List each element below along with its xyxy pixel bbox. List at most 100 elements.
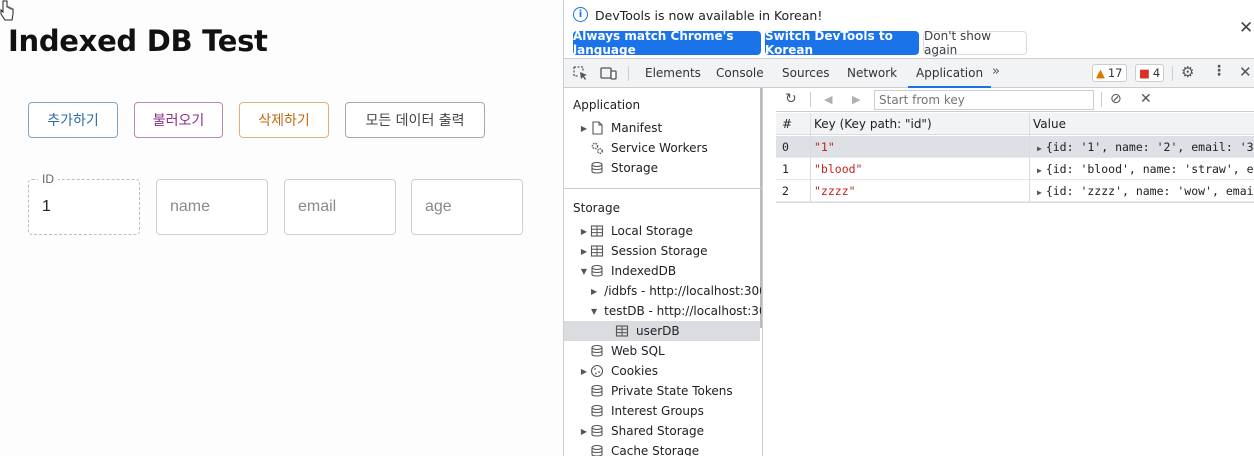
toolbar-divider (810, 92, 811, 107)
errors-badge[interactable]: ■ 4 (1135, 64, 1165, 82)
table-row[interactable]: 1 "blood" ▶ {id: 'blood', name: 'straw', … (776, 158, 1254, 180)
sidebar-item-idbfs[interactable]: ▶ /idbfs - http://localhost:3000 (591, 281, 761, 301)
row-value[interactable]: ▶{id: 'blood', name: 'straw', email: '',… (1037, 162, 1254, 176)
collapse-arrow-icon[interactable]: ▼ (591, 307, 597, 316)
page-title: Indexed DB Test (8, 24, 268, 58)
error-icon: ■ (1139, 66, 1150, 80)
start-from-key-input[interactable] (874, 90, 1094, 110)
sidebar-item-cache-storage[interactable]: Cache Storage (590, 441, 699, 456)
load-button[interactable]: 불러오기 (134, 102, 223, 138)
email-field[interactable] (284, 179, 396, 235)
tab-network[interactable]: Network (847, 59, 897, 87)
sidebar-divider (564, 188, 762, 189)
match-language-button[interactable]: Always match Chrome's language (573, 29, 761, 57)
expand-arrow-icon[interactable]: ▶ (578, 124, 590, 133)
language-infobar: i DevTools is now available in Korean! ✕… (564, 0, 1254, 59)
sidebar-item-manifest[interactable]: ▶ Manifest (578, 118, 662, 138)
refresh-icon[interactable]: ↻ (785, 91, 797, 107)
row-key: "zzzz" (814, 184, 856, 198)
sidebar-item-label: Private State Tokens (611, 384, 733, 398)
devtools-tabbar: Elements Console Sources Network Applica… (564, 59, 1254, 88)
tab-sources[interactable]: Sources (782, 59, 829, 87)
previous-page-icon[interactable]: ◀ (824, 93, 832, 106)
sidebar-item-private-state-tokens[interactable]: Private State Tokens (590, 381, 733, 401)
more-tabs-icon[interactable]: » (992, 64, 1000, 79)
table-bottom-border (776, 202, 1254, 203)
column-header-key[interactable]: Key (Key path: "id") (814, 117, 932, 131)
sidebar-item-storage[interactable]: Storage (590, 158, 658, 178)
database-icon (591, 344, 603, 357)
table-grid-icon (615, 325, 629, 337)
row-value[interactable]: ▶{id: 'zzzz', name: 'wow', email: '', ag… (1037, 184, 1254, 198)
sidebar-item-local-storage[interactable]: ▶ Local Storage (578, 221, 693, 241)
row-value-text: {id: 'blood', name: 'straw', email: '', … (1045, 162, 1254, 176)
expand-arrow-icon[interactable]: ▶ (578, 427, 590, 436)
tab-console[interactable]: Console (716, 59, 764, 87)
toolbar-divider (1101, 92, 1102, 107)
id-field[interactable]: ID (28, 172, 140, 235)
tab-application[interactable]: Application (908, 59, 992, 88)
warnings-badge[interactable]: ▲ 17 (1092, 64, 1127, 82)
sidebar-item-label: /idbfs - http://localhost:3000 (604, 284, 761, 298)
email-input[interactable] (285, 180, 395, 234)
print-all-button[interactable]: 모든 데이터 출력 (345, 102, 485, 138)
more-options-icon[interactable]: ⋮ (1212, 63, 1226, 79)
delete-selected-icon[interactable]: ✕ (1140, 91, 1152, 107)
expand-arrow-icon[interactable]: ▶ (1037, 188, 1042, 197)
expand-arrow-icon[interactable]: ▶ (578, 247, 590, 256)
close-icon[interactable]: ✕ (1239, 18, 1253, 38)
application-section-heading: Application (573, 98, 641, 112)
sidebar-item-session-storage[interactable]: ▶ Session Storage (578, 241, 708, 261)
expand-arrow-icon[interactable]: ▶ (591, 287, 597, 296)
infobar-message: DevTools is now available in Korean! (595, 8, 823, 23)
table-row[interactable]: 2 "zzzz" ▶ {id: 'zzzz', name: 'wow', emai… (776, 180, 1254, 202)
column-header-value[interactable]: Value (1033, 117, 1066, 131)
dont-show-button[interactable]: Don't show again (923, 29, 1027, 57)
sidebar-item-shared-storage[interactable]: ▶ Shared Storage (578, 421, 704, 441)
sidebar-item-service-workers[interactable]: Service Workers (590, 138, 708, 158)
close-devtools-icon[interactable]: ✕ (1239, 63, 1252, 81)
switch-language-button[interactable]: Switch DevTools to Korean (765, 29, 919, 57)
sidebar-item-label: Manifest (611, 121, 663, 135)
gear-icon[interactable]: ⚙ (1181, 63, 1194, 81)
sidebar-item-testdb[interactable]: ▼ testDB - http://localhost:3000 (591, 301, 761, 321)
name-field[interactable] (156, 179, 268, 235)
collapse-arrow-icon[interactable]: ▼ (578, 267, 590, 276)
warnings-count: 17 (1107, 66, 1123, 80)
sidebar-item-label: Interest Groups (611, 404, 704, 418)
tab-elements[interactable]: Elements (645, 59, 701, 87)
expand-arrow-icon[interactable]: ▶ (1037, 144, 1042, 153)
expand-arrow-icon[interactable]: ▶ (578, 367, 590, 376)
sidebar-item-cookies[interactable]: ▶ Cookies (578, 361, 658, 381)
table-row[interactable]: 0 "1" ▶{id: '1', name: '2', email: '3', … (776, 136, 1254, 158)
name-input[interactable] (157, 180, 267, 234)
app-page: Indexed DB Test 추가하기 불러오기 삭제하기 모든 데이터 출력… (0, 0, 563, 456)
delete-button[interactable]: 삭제하기 (239, 102, 329, 138)
age-field[interactable] (411, 179, 523, 235)
indexeddb-data-panel: ↻ ◀ ▶ ⊘ ✕ # Key (Key path: "id") Value 0… (776, 88, 1254, 456)
expand-arrow-icon[interactable]: ▶ (578, 227, 590, 236)
database-icon (591, 444, 603, 456)
column-header-index[interactable]: # (782, 117, 792, 131)
add-button[interactable]: 추가하기 (28, 102, 118, 138)
database-icon (591, 384, 603, 397)
next-page-icon[interactable]: ▶ (852, 93, 860, 106)
column-divider[interactable] (1029, 113, 1030, 202)
sidebar-item-indexeddb[interactable]: ▼ IndexedDB (578, 261, 676, 281)
errors-count: 4 (1152, 66, 1161, 80)
table-header: # Key (Key path: "id") Value (776, 113, 1254, 135)
column-divider[interactable] (810, 113, 811, 202)
row-index: 1 (782, 162, 789, 176)
expand-arrow-icon[interactable]: ▶ (1037, 166, 1042, 175)
sidebar-item-label: Storage (611, 161, 658, 175)
age-input[interactable] (412, 180, 522, 234)
id-input[interactable] (29, 180, 139, 234)
toolbar-divider (1172, 66, 1173, 81)
device-toolbar-icon[interactable] (600, 65, 617, 81)
clear-object-store-icon[interactable]: ⊘ (1110, 91, 1122, 107)
row-value[interactable]: ▶{id: '1', name: '2', email: '3', age: '… (1037, 140, 1254, 154)
sidebar-item-interest-groups[interactable]: Interest Groups (590, 401, 704, 421)
sidebar-item-web-sql[interactable]: Web SQL (590, 341, 665, 361)
inspect-element-icon[interactable] (572, 65, 589, 81)
sidebar-item-userdb[interactable]: userDB (615, 321, 680, 341)
